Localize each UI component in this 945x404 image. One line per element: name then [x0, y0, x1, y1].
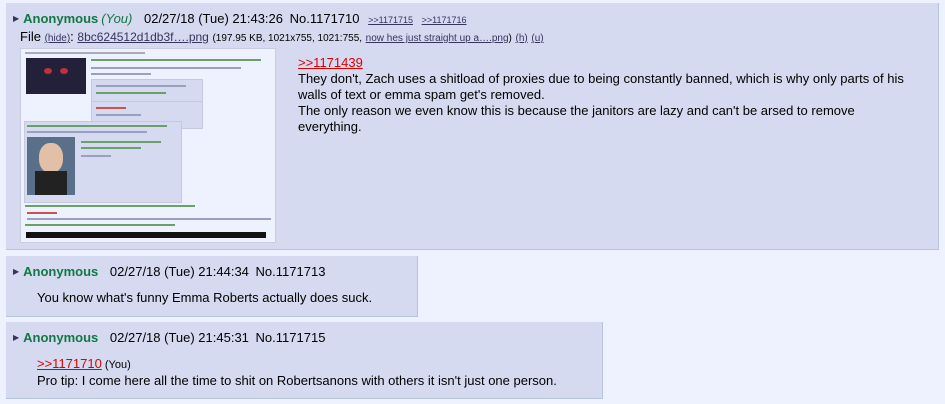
- post-text: Pro tip: I come here all the time to shi…: [37, 373, 557, 388]
- file-label: File: [20, 29, 41, 44]
- post-1171713: ▶ Anonymous 02/27/18 (Tue) 21:44:34 No.11…: [6, 256, 418, 317]
- post-body: >>1171439 They don't, Zach uses a shitlo…: [298, 55, 918, 135]
- post-number[interactable]: No.1171710: [290, 11, 360, 26]
- post-menu-arrow-icon[interactable]: ▶: [13, 333, 19, 342]
- post-datetime: 02/27/18 (Tue) 21:43:26: [143, 11, 283, 26]
- poster-name: Anonymous: [23, 264, 99, 279]
- post-body: >>1171710 (You) Pro tip: I come here all …: [37, 356, 557, 389]
- post-1171710: ▶ Anonymous (You) 02/27/18 (Tue) 21:43:26 …: [6, 3, 939, 250]
- post-menu-arrow-icon[interactable]: ▶: [13, 14, 19, 23]
- backlink-1171716[interactable]: >>1171716: [422, 15, 467, 25]
- post-1171715: ▶ Anonymous 02/27/18 (Tue) 21:45:31 No.11…: [6, 322, 603, 399]
- file-info: File (hide): 8bc624512d1db3f….png (197.9…: [20, 29, 544, 45]
- hide-file-link[interactable]: (hide): [45, 33, 71, 44]
- post-text-line-1: They don't, Zach uses a shitload of prox…: [298, 71, 904, 102]
- you-marker: (You): [104, 359, 131, 371]
- u-link[interactable]: (u): [531, 33, 543, 44]
- post-header: ▶ Anonymous 02/27/18 (Tue) 21:45:31 No.11…: [13, 330, 325, 346]
- post-number[interactable]: No.1171715: [256, 330, 326, 345]
- post-datetime: 02/27/18 (Tue) 21:45:31: [109, 330, 249, 345]
- post-body: You know what's funny Emma Roberts actua…: [37, 290, 373, 305]
- file-thumbnail[interactable]: [20, 48, 276, 243]
- file-meta-close: ): [508, 33, 512, 44]
- h-link[interactable]: (h): [516, 33, 528, 44]
- thumb-image-anime: [26, 58, 86, 94]
- quote-link-1171439[interactable]: >>1171439: [298, 55, 363, 70]
- poster-name: Anonymous: [23, 330, 99, 345]
- post-datetime: 02/27/18 (Tue) 21:44:34: [109, 264, 249, 279]
- thumb-spoiler-bar: [26, 232, 266, 238]
- backlink-1171715[interactable]: >>1171715: [368, 15, 413, 25]
- file-name-link[interactable]: 8bc624512d1db3f….png: [77, 30, 208, 44]
- post-header: ▶ Anonymous 02/27/18 (Tue) 21:44:34 No.11…: [13, 264, 325, 280]
- post-header: ▶ Anonymous (You) 02/27/18 (Tue) 21:43:26 …: [13, 11, 467, 28]
- original-filename-link[interactable]: now hes just straight up a….png: [366, 33, 509, 44]
- file-meta: (197.95 KB, 1021x755, 1021:755,: [212, 33, 363, 44]
- thumb-image-photo: [27, 137, 75, 195]
- post-number[interactable]: No.1171713: [256, 264, 326, 279]
- you-tag: (You): [101, 11, 133, 26]
- poster-name: Anonymous: [23, 11, 99, 26]
- post-menu-arrow-icon[interactable]: ▶: [13, 267, 19, 276]
- post-text-line-2: The only reason we even know this is bec…: [298, 103, 855, 134]
- quote-link-1171710[interactable]: >>1171710: [37, 356, 102, 371]
